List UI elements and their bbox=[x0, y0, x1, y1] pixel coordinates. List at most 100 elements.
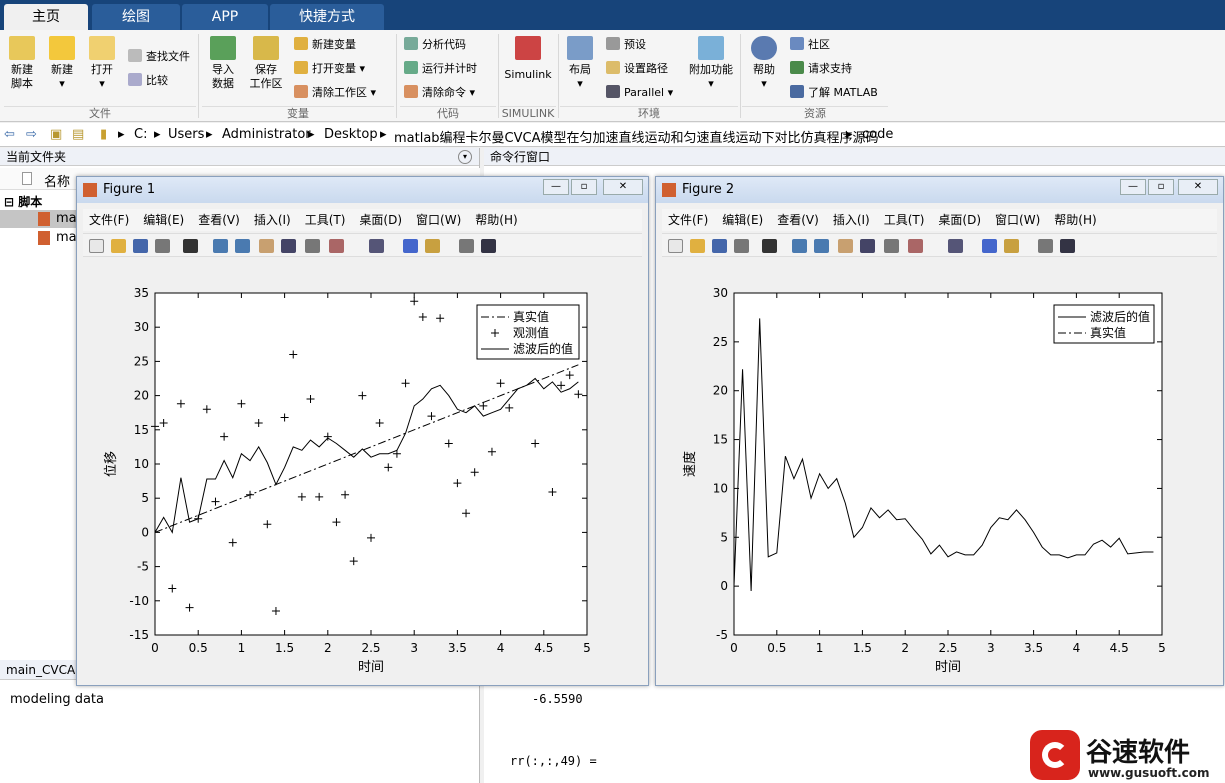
rotate-icon[interactable] bbox=[860, 239, 875, 253]
menu-edit[interactable]: 编辑(E) bbox=[722, 209, 763, 231]
import-data-button[interactable]: 导入 数据 bbox=[206, 36, 240, 91]
zoom-in-icon[interactable] bbox=[792, 239, 807, 253]
legend-icon[interactable] bbox=[1004, 239, 1019, 253]
close-button[interactable]: ✕ bbox=[1178, 179, 1218, 195]
address-bar[interactable]: ⇦ ⇨ ▣ ▤ ▮ ▸ C: ▸ Users ▸ Administrator ▸… bbox=[0, 123, 1225, 147]
breadcrumb-item[interactable]: matlab编程卡尔曼CVCA模型在匀加速直线运动和匀速直线运动下对比仿真程序源… bbox=[394, 127, 879, 146]
set-path-button[interactable]: 设置路径 bbox=[606, 60, 668, 78]
zoom-out-icon[interactable] bbox=[814, 239, 829, 253]
dock-icon[interactable] bbox=[1060, 239, 1075, 253]
new-figure-icon[interactable] bbox=[668, 239, 683, 253]
data-cursor-icon[interactable] bbox=[884, 239, 899, 253]
layout-button[interactable]: 布局 ▾ bbox=[564, 36, 596, 91]
menu-edit[interactable]: 编辑(E) bbox=[143, 209, 184, 231]
breadcrumb-item[interactable]: Users bbox=[168, 127, 204, 142]
new-figure-icon[interactable] bbox=[89, 239, 104, 253]
menu-view[interactable]: 查看(V) bbox=[198, 209, 240, 231]
rotate-icon[interactable] bbox=[281, 239, 296, 253]
menu-insert[interactable]: 插入(I) bbox=[254, 209, 291, 231]
menu-help[interactable]: 帮助(H) bbox=[1054, 209, 1096, 231]
legend-icon[interactable] bbox=[425, 239, 440, 253]
menu-view[interactable]: 查看(V) bbox=[777, 209, 819, 231]
menu-window[interactable]: 窗口(W) bbox=[416, 209, 461, 231]
compare-button[interactable]: 比较 bbox=[128, 72, 168, 90]
minimize-button[interactable]: — bbox=[543, 179, 569, 195]
learn-matlab-button[interactable]: 了解 MATLAB bbox=[790, 84, 878, 102]
panel-menu-icon[interactable]: ▾ bbox=[458, 150, 472, 164]
save-icon[interactable] bbox=[133, 239, 148, 253]
tab-shortcuts[interactable]: 快捷方式 bbox=[270, 4, 384, 30]
new-variable-button[interactable]: 新建变量 bbox=[294, 36, 356, 54]
tab-plots[interactable]: 绘图 bbox=[92, 4, 180, 30]
brush-icon[interactable] bbox=[329, 239, 344, 253]
brush-icon[interactable] bbox=[908, 239, 923, 253]
section-scripts[interactable]: ⊟ 脚本 bbox=[4, 193, 42, 210]
link-icon[interactable] bbox=[369, 239, 384, 253]
simulink-button[interactable]: Simulink bbox=[502, 36, 554, 82]
print-icon[interactable] bbox=[155, 239, 170, 253]
menu-desktop[interactable]: 桌面(D) bbox=[359, 209, 402, 231]
menu-tools[interactable]: 工具(T) bbox=[884, 209, 925, 231]
dock-icon[interactable] bbox=[481, 239, 496, 253]
print-icon[interactable] bbox=[734, 239, 749, 253]
analyze-code-button[interactable]: 分析代码 bbox=[404, 36, 466, 54]
open-variable-button[interactable]: 打开变量 ▾ bbox=[294, 60, 365, 78]
new-script-button[interactable]: 新建 脚本 bbox=[6, 36, 38, 91]
column-name[interactable]: 名称 bbox=[44, 171, 70, 190]
list-item[interactable]: ma bbox=[0, 229, 80, 247]
save-workspace-button[interactable]: 保存 工作区 bbox=[246, 36, 286, 91]
add-ons-button[interactable]: 附加功能 ▾ bbox=[686, 36, 736, 91]
maximize-button[interactable]: ▫ bbox=[1148, 179, 1174, 195]
tab-home[interactable]: 主页 bbox=[4, 4, 88, 30]
close-button[interactable]: ✕ bbox=[603, 179, 643, 195]
community-button[interactable]: 社区 bbox=[790, 36, 830, 54]
menu-file[interactable]: 文件(F) bbox=[668, 209, 708, 231]
help-button[interactable]: 帮助 ▾ bbox=[748, 36, 780, 91]
pan-icon[interactable] bbox=[838, 239, 853, 253]
menu-file[interactable]: 文件(F) bbox=[89, 209, 129, 231]
data-cursor-icon[interactable] bbox=[305, 239, 320, 253]
browse-folder-icon[interactable]: ▤ bbox=[72, 127, 84, 142]
preferences-button[interactable]: 预设 bbox=[606, 36, 646, 54]
figure-1-titlebar[interactable]: Figure 1 — ▫ ✕ bbox=[77, 177, 648, 203]
breadcrumb-item[interactable]: Desktop bbox=[324, 127, 378, 142]
minimize-button[interactable]: — bbox=[1120, 179, 1146, 195]
back-arrow-icon[interactable]: ⇦ bbox=[4, 127, 15, 142]
colorbar-icon[interactable] bbox=[403, 239, 418, 253]
open-file-icon[interactable] bbox=[690, 239, 705, 253]
maximize-button[interactable]: ▫ bbox=[571, 179, 597, 195]
breadcrumb-item[interactable]: C: bbox=[134, 127, 147, 142]
breadcrumb-item[interactable]: Administrator bbox=[222, 127, 311, 142]
up-folder-icon[interactable]: ▣ bbox=[50, 127, 62, 142]
menu-desktop[interactable]: 桌面(D) bbox=[938, 209, 981, 231]
list-item[interactable]: ma bbox=[0, 210, 80, 228]
menu-tools[interactable]: 工具(T) bbox=[305, 209, 346, 231]
menu-insert[interactable]: 插入(I) bbox=[833, 209, 870, 231]
hide-tools-icon[interactable] bbox=[1038, 239, 1053, 253]
zoom-out-icon[interactable] bbox=[235, 239, 250, 253]
pointer-icon[interactable] bbox=[183, 239, 198, 253]
parallel-button[interactable]: Parallel ▾ bbox=[606, 84, 673, 102]
run-and-time-button[interactable]: 运行并计时 bbox=[404, 60, 477, 78]
link-icon[interactable] bbox=[948, 239, 963, 253]
pointer-icon[interactable] bbox=[762, 239, 777, 253]
forward-arrow-icon[interactable]: ⇨ bbox=[26, 127, 37, 142]
hide-tools-icon[interactable] bbox=[459, 239, 474, 253]
zoom-in-icon[interactable] bbox=[213, 239, 228, 253]
breadcrumb-item[interactable]: code bbox=[862, 127, 893, 142]
request-support-button[interactable]: 请求支持 bbox=[790, 60, 852, 78]
colorbar-icon[interactable] bbox=[982, 239, 997, 253]
new-button[interactable]: 新建 ▾ bbox=[46, 36, 78, 91]
menu-help[interactable]: 帮助(H) bbox=[475, 209, 517, 231]
menu-window[interactable]: 窗口(W) bbox=[995, 209, 1040, 231]
clear-workspace-button[interactable]: 清除工作区 ▾ bbox=[294, 84, 376, 102]
open-button[interactable]: 打开 ▾ bbox=[86, 36, 118, 91]
pan-icon[interactable] bbox=[259, 239, 274, 253]
figure-2-titlebar[interactable]: Figure 2 — ▫ ✕ bbox=[656, 177, 1223, 203]
tab-apps[interactable]: APP bbox=[182, 4, 268, 30]
open-file-icon[interactable] bbox=[111, 239, 126, 253]
find-files-button[interactable]: 查找文件 bbox=[128, 48, 190, 66]
save-icon[interactable] bbox=[712, 239, 727, 253]
clear-commands-button[interactable]: 清除命令 ▾ bbox=[404, 84, 475, 102]
group-label-resources: 资源 bbox=[742, 106, 888, 120]
